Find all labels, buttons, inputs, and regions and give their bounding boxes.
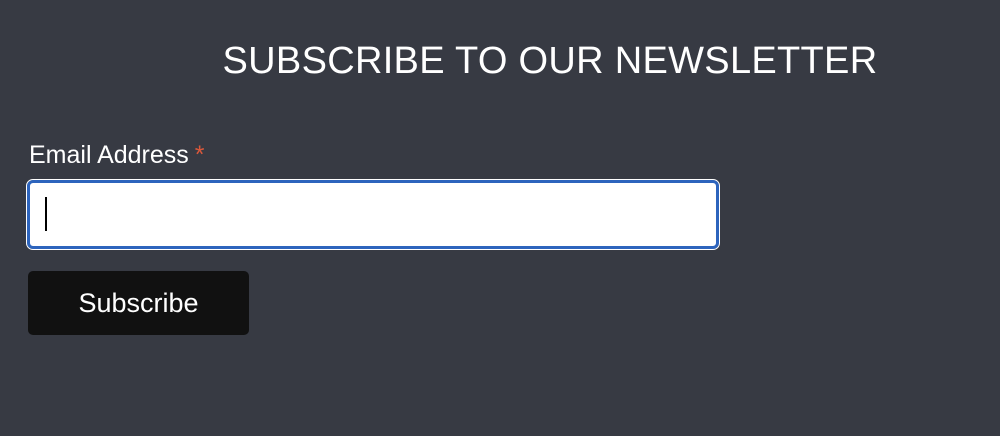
required-mark: *	[194, 141, 205, 169]
email-label-text: Email Address	[29, 141, 189, 169]
email-field[interactable]	[26, 179, 720, 250]
subscribe-button[interactable]: Subscribe	[28, 271, 249, 335]
email-label: Email Address *	[29, 141, 205, 170]
newsletter-heading: SUBSCRIBE TO OUR NEWSLETTER	[222, 40, 878, 82]
text-caret	[45, 197, 47, 231]
